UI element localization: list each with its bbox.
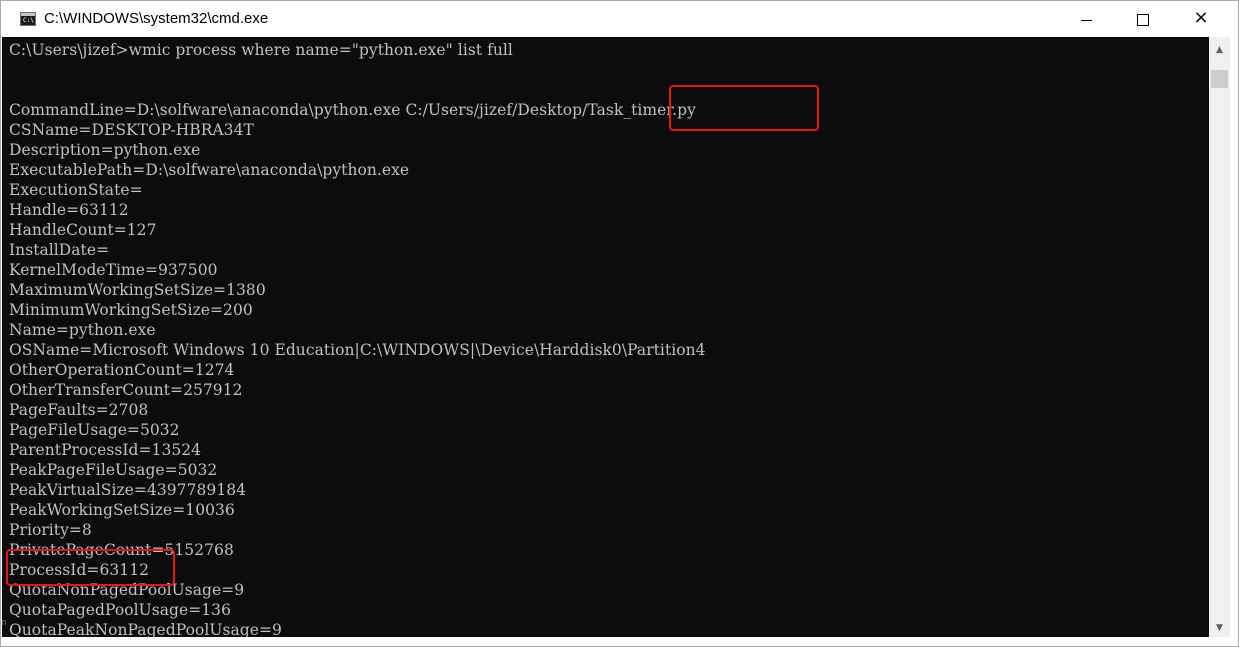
console-line: PeakVirtualSize=4397789184	[9, 481, 247, 499]
console-line: KernelModeTime=937500	[9, 261, 218, 279]
console-line: PeakPageFileUsage=5032	[9, 461, 218, 479]
minimize-icon	[1081, 20, 1092, 21]
scroll-down-arrow-icon[interactable]: ▼	[1209, 619, 1230, 637]
maximize-icon	[1137, 14, 1149, 26]
console-line: C:\Users\jizef>wmic process where name="…	[9, 41, 513, 59]
console-line: Description=python.exe	[9, 141, 201, 159]
scroll-thumb[interactable]	[1211, 70, 1228, 88]
highlight-box-task-timer	[669, 85, 819, 131]
console-lines: C:\Users\jizef>wmic process where name="…	[9, 40, 706, 637]
console-line: QuotaPeakNonPagedPoolUsage=9	[9, 621, 282, 637]
console-line: HandleCount=127	[9, 221, 157, 239]
title-bar[interactable]: C:\ C:\WINDOWS\system32\cmd.exe ×	[1, 1, 1238, 37]
window-bottom-edge	[1, 637, 1238, 646]
console-line: Name=python.exe	[9, 321, 156, 339]
window-right-edge	[1230, 37, 1238, 637]
console-line: ParentProcessId=13524	[9, 441, 202, 459]
edge-mark: n	[1, 618, 7, 628]
minimize-button[interactable]	[1057, 1, 1115, 37]
console-line: InstallDate=	[9, 241, 110, 259]
console-line: MinimumWorkingSetSize=200	[9, 301, 253, 319]
cmd-app-icon[interactable]: C:\	[20, 12, 36, 26]
console-line: MaximumWorkingSetSize=1380	[9, 281, 266, 299]
scroll-up-arrow-icon[interactable]: ▲	[1209, 41, 1230, 59]
console-output[interactable]: C:\Users\jizef>wmic process where name="…	[2, 37, 1209, 637]
console-line: OSName=Microsoft Windows 10 Education|C:…	[9, 341, 706, 359]
highlight-box-process-id	[6, 549, 175, 586]
console-line: Handle=63112	[9, 201, 129, 219]
console-line: PeakWorkingSetSize=10036	[9, 501, 235, 519]
vertical-scrollbar[interactable]: ▲ ▼	[1209, 37, 1230, 637]
app-icon-prompt: C:\	[23, 17, 34, 24]
maximize-button[interactable]	[1114, 1, 1172, 37]
app-icon-bar	[21, 13, 35, 16]
console-line: OtherOperationCount=1274	[9, 361, 235, 379]
console-line: CSName=DESKTOP-HBRA34T	[9, 121, 254, 139]
cmd-window: C:\ C:\WINDOWS\system32\cmd.exe × C:\Use…	[0, 0, 1239, 647]
console-line: OtherTransferCount=257912	[9, 381, 243, 399]
close-icon: ×	[1193, 7, 1209, 28]
console-line: Priority=8	[9, 521, 92, 539]
console-line: ExecutionState=	[9, 181, 143, 199]
console-line: CommandLine=D:\solfware\anaconda\python.…	[9, 101, 696, 119]
console-line: ExecutablePath=D:\solfware\anaconda\pyth…	[9, 161, 410, 179]
window-title: C:\WINDOWS\system32\cmd.exe	[44, 10, 269, 27]
console-line: PageFaults=2708	[9, 401, 149, 419]
close-button[interactable]: ×	[1172, 1, 1230, 37]
console-line: QuotaPagedPoolUsage=136	[9, 601, 231, 619]
console-line: PageFileUsage=5032	[9, 421, 180, 439]
